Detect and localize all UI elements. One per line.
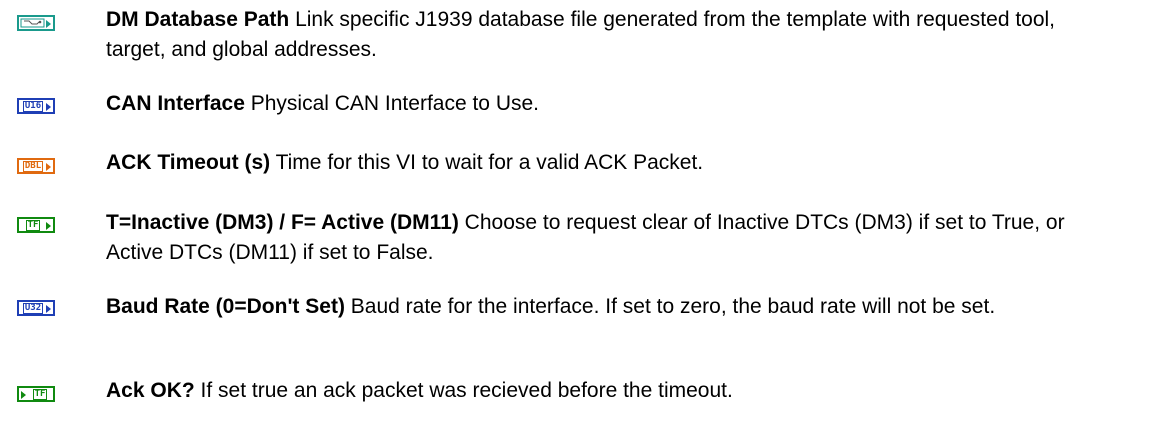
parameter-description: If set true an ack packet was recieved b… [200,379,733,402]
parameter-description: Physical CAN Interface to Use. [250,92,539,115]
icon-label: U16 [22,100,44,112]
parameter-name: CAN Interface [106,92,245,115]
tf-terminal-icon: TF [17,217,55,233]
dbl-terminal-icon: DBL [17,158,55,174]
u16-terminal-icon: U16 [17,98,55,114]
icon-label: DBL [22,160,44,172]
parameter-name: DM Database Path [106,8,290,31]
path-terminal-icon [17,15,55,31]
icon-label: TF [25,219,41,231]
icon-label: U32 [22,302,44,314]
parameter-name: ACK Timeout (s) [106,151,271,174]
parameter-name: Baud Rate (0=Don't Set) [106,295,345,318]
parameter-name: Ack OK? [106,379,195,402]
tf-output-terminal-icon: TF [17,386,55,402]
parameter-description: Baud rate for the interface. If set to z… [350,295,996,318]
icon-label: TF [32,388,48,400]
parameter-name: T=Inactive (DM3) / F= Active (DM11) [106,211,459,234]
parameter-description: Time for this VI to wait for a valid ACK… [275,151,704,174]
u32-terminal-icon: U32 [17,300,55,316]
